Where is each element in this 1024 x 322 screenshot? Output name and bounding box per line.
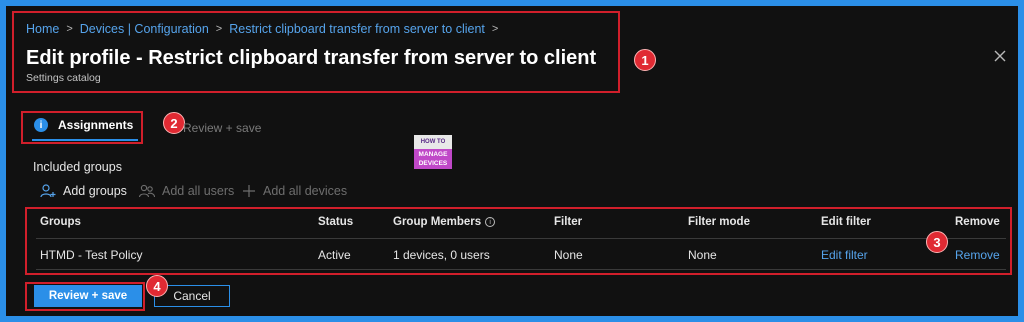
- add-groups-button[interactable]: Add groups: [40, 184, 127, 198]
- step-badge-2: 2: [163, 112, 185, 134]
- remove-link[interactable]: Remove: [955, 248, 1000, 262]
- add-all-devices-button[interactable]: Add all devices: [242, 184, 347, 198]
- column-header-status: Status: [318, 216, 354, 228]
- column-header-edit-filter: Edit filter: [821, 216, 871, 228]
- tab-review-save-label: Review + save: [183, 121, 262, 135]
- add-all-users-button[interactable]: Add all users: [139, 184, 234, 198]
- close-icon[interactable]: [990, 46, 1010, 66]
- column-header-filter-mode: Filter mode: [688, 216, 750, 228]
- table-row-divider: [36, 269, 1006, 270]
- tab-review-save[interactable]: Review + save: [183, 121, 261, 135]
- cell-filter: None: [554, 248, 583, 262]
- column-header-group-members: Group Members i: [393, 216, 496, 228]
- step-badge-1: 1: [634, 49, 656, 71]
- highlight-box-header: [12, 11, 620, 93]
- plus-icon: [243, 185, 255, 197]
- edit-filter-link[interactable]: Edit filter: [821, 248, 868, 262]
- step-badge-4: 4: [146, 275, 168, 297]
- review-save-button[interactable]: Review + save: [34, 285, 142, 307]
- cell-group-members: 1 devices, 0 users: [393, 248, 490, 262]
- highlight-box-tab: [21, 111, 143, 144]
- cell-filter-mode: None: [688, 248, 717, 262]
- info-icon: i: [485, 217, 496, 227]
- cell-group-name: HTMD - Test Policy: [40, 248, 143, 262]
- edit-profile-panel: Home > Devices | Configuration > Restric…: [6, 6, 1018, 316]
- cell-status: Active: [318, 248, 351, 262]
- included-groups-label: Included groups: [33, 160, 122, 174]
- column-header-remove: Remove: [955, 216, 1000, 228]
- step-badge-3: 3: [926, 231, 948, 253]
- how-to-manage-devices-logo: HOW TO MANAGE DEVICES: [414, 135, 452, 169]
- column-header-filter: Filter: [554, 216, 583, 228]
- add-user-icon: [40, 184, 56, 198]
- users-icon: [139, 184, 155, 198]
- table-header-divider: [36, 238, 1006, 239]
- column-header-groups: Groups: [40, 216, 81, 228]
